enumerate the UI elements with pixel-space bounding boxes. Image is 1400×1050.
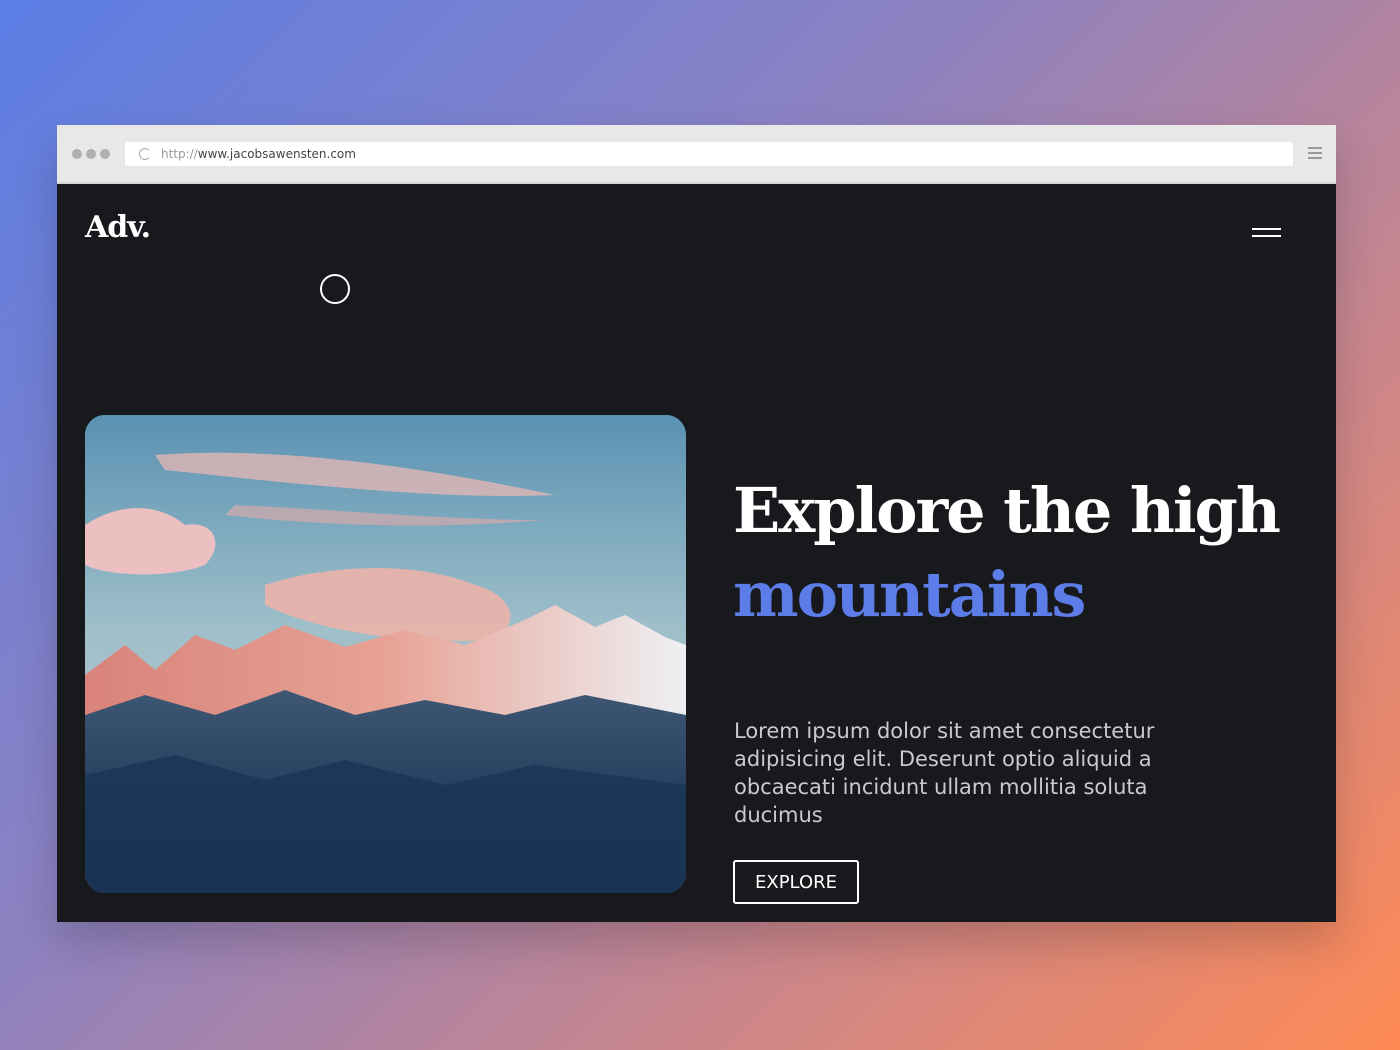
hero-description: Lorem ipsum dolor sit amet consectetur a… — [734, 719, 1155, 827]
hero-headline: Explore the high mountains — [733, 469, 1281, 637]
site-logo[interactable]: Adv. — [85, 210, 151, 245]
window-control-dot[interactable] — [72, 149, 82, 159]
window-controls — [72, 149, 110, 159]
headline-line-2: mountains — [733, 558, 1086, 631]
website-content: Adv. Explore the high mountains Lorem ip… — [57, 184, 1336, 922]
url-scheme: http:// — [161, 147, 198, 161]
reload-icon[interactable] — [139, 148, 151, 160]
window-control-dot[interactable] — [100, 149, 110, 159]
browser-menu-icon[interactable] — [1308, 147, 1322, 162]
mountain-photo — [85, 415, 686, 893]
mountain-illustration — [85, 415, 686, 893]
window-control-dot[interactable] — [86, 149, 96, 159]
explore-button[interactable]: EXPLORE — [733, 860, 859, 904]
browser-toolbar: http://www.jacobsawensten.com — [57, 125, 1336, 184]
url-host: www.jacobsawensten.com — [197, 147, 356, 161]
headline-line-1: Explore the high — [733, 474, 1281, 547]
hamburger-menu-icon[interactable] — [1252, 228, 1281, 242]
browser-window: http://www.jacobsawensten.com Adv. Explo… — [57, 125, 1336, 922]
url-text[interactable]: http://www.jacobsawensten.com — [161, 147, 356, 161]
address-bar[interactable]: http://www.jacobsawensten.com — [125, 142, 1293, 166]
cursor-circle — [320, 274, 350, 304]
